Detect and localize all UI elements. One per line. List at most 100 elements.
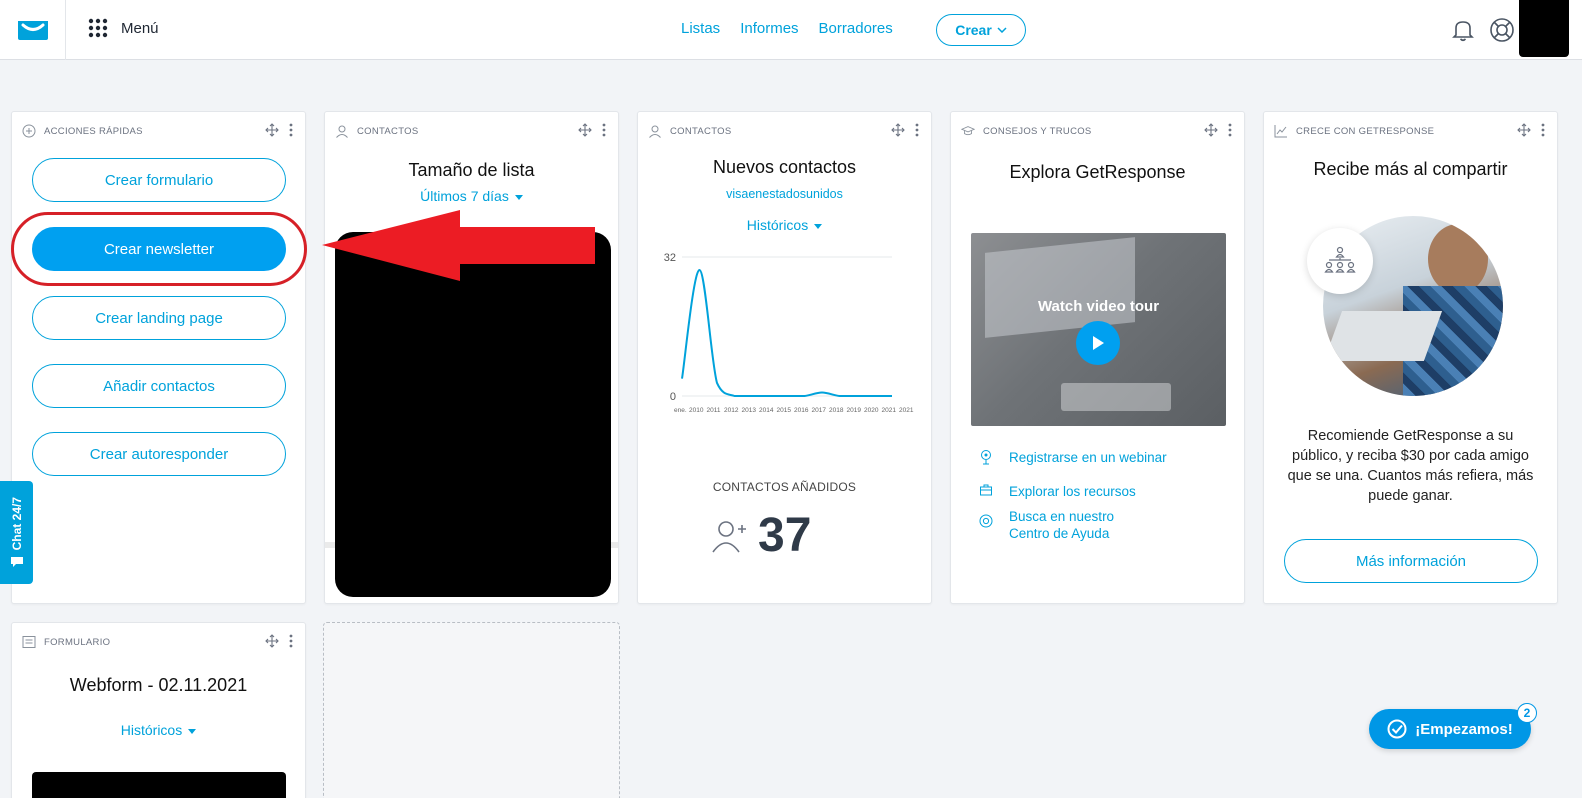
quick-actions-card: ACCIONES RÁPIDAS Crear formulario Crear …	[11, 111, 306, 604]
range-label: Históricos	[120, 722, 183, 738]
add-contacts-button[interactable]: Añadir contactos	[32, 364, 286, 408]
more-options-icon[interactable]	[1541, 123, 1545, 137]
x-tick-label: 2013	[742, 407, 757, 414]
laptop-graphic	[1323, 311, 1443, 361]
help-button[interactable]	[1489, 17, 1515, 48]
move-icon[interactable]	[578, 123, 592, 137]
redacted-panel	[32, 772, 286, 798]
move-icon[interactable]	[891, 123, 905, 137]
card-caption: ACCIONES RÁPIDAS	[44, 125, 143, 137]
referral-body: Recomiende GetResponse a su público, y r…	[1287, 428, 1534, 504]
play-button[interactable]	[1076, 321, 1120, 365]
plus-circle-icon	[22, 124, 36, 138]
range-label: Históricos	[746, 217, 809, 233]
x-tick-label: 2021	[899, 407, 914, 414]
x-tick-label: 2016	[794, 407, 809, 414]
create-newsletter-button[interactable]: Crear newsletter	[32, 227, 286, 271]
add-user-icon	[712, 520, 746, 552]
range-dropdown[interactable]: Últimos 7 días	[325, 188, 618, 204]
onboarding-label: ¡Empezamos!	[1415, 720, 1513, 738]
trend-chart-icon	[1274, 124, 1288, 138]
card-caption: CONTACTOS	[357, 125, 419, 137]
notifications-button[interactable]	[1450, 17, 1476, 48]
card-title: Tamaño de lista	[408, 160, 535, 180]
list-name: visaenestadosunidos	[726, 187, 843, 201]
menu-label: Menú	[121, 19, 159, 37]
main-menu-button[interactable]: Menú	[88, 18, 159, 38]
create-landing-page-button[interactable]: Crear landing page	[32, 296, 286, 340]
chevron-down-icon	[997, 27, 1007, 33]
create-form-button[interactable]: Crear formulario	[32, 158, 286, 202]
create-dropdown-button[interactable]: Crear	[936, 14, 1026, 46]
more-options-icon[interactable]	[289, 634, 293, 648]
account-avatar[interactable]	[1519, 0, 1569, 57]
envelope-logo-icon	[17, 21, 48, 40]
user-icon	[648, 124, 662, 138]
webinar-link[interactable]: Registrarse en un webinar	[979, 449, 1167, 466]
move-icon[interactable]	[265, 123, 279, 137]
x-tick-label: 2011	[707, 407, 721, 414]
range-label: Últimos 7 días	[420, 188, 509, 204]
top-nav: Listas Informes Borradores	[681, 20, 893, 37]
play-icon	[1093, 336, 1104, 350]
more-options-icon[interactable]	[1228, 123, 1232, 137]
x-tick-label: 2014	[759, 407, 774, 414]
resources-link[interactable]: Explorar los recursos	[979, 483, 1136, 500]
x-tick-label: 2020	[864, 407, 879, 414]
more-options-icon[interactable]	[289, 123, 293, 137]
getresponse-logo[interactable]	[0, 0, 66, 60]
card-caption: CONTACTOS	[670, 125, 732, 137]
empty-widget-slot[interactable]	[323, 622, 620, 798]
video-tour-thumbnail[interactable]: Watch video tour	[971, 233, 1226, 426]
y-tick-label: 0	[670, 391, 676, 403]
red-arrow-annotation	[322, 210, 595, 281]
onboarding-button[interactable]: ¡Empezamos!	[1369, 709, 1531, 749]
move-icon[interactable]	[1204, 123, 1218, 137]
contacts-added-label: CONTACTOS AÑADIDOS	[712, 480, 857, 494]
create-label: Crear	[955, 22, 992, 38]
card-title: Webform - 02.11.2021	[69, 675, 248, 695]
card-title: Recibe más al compartir	[1313, 159, 1508, 179]
user-icon	[335, 124, 349, 138]
x-tick-label: ene.	[674, 407, 687, 414]
list-size-card: CONTACTOS Tamaño de lista Últimos 7 días	[324, 111, 619, 604]
caret-down-icon	[514, 194, 523, 200]
referral-card: CRECE CON GETRESPONSE Recibe más al comp…	[1263, 111, 1558, 604]
chat-24-7-tab[interactable]: Chat 24/7	[0, 481, 33, 584]
referral-network-badge	[1307, 228, 1373, 294]
webform-card: FORMULARIO Webform - 02.11.2021 Históric…	[11, 622, 306, 798]
new-contacts-chart: 32 0 ene. 2010 2011 2012 2013 2014 2015 2016 201…	[664, 252, 914, 414]
keyboard-graphic	[1061, 383, 1171, 411]
check-circle-icon	[1387, 719, 1407, 739]
lifebuoy-icon	[1490, 18, 1514, 42]
x-tick-label: 2017	[812, 407, 827, 414]
graduation-cap-icon	[961, 124, 975, 138]
caret-down-icon	[814, 223, 823, 229]
card-caption: CONSEJOS Y TRUCOS	[983, 125, 1092, 137]
nav-link-informes[interactable]: Informes	[740, 20, 798, 37]
more-info-button[interactable]: Más información	[1284, 539, 1538, 583]
more-options-icon[interactable]	[915, 123, 919, 137]
webinar-link-label: Registrarse en un webinar	[1009, 450, 1167, 465]
move-icon[interactable]	[265, 634, 279, 648]
nav-link-listas[interactable]: Listas	[681, 20, 720, 37]
x-tick-label: 2012	[724, 407, 739, 414]
help-center-link[interactable]: Busca en nuestro Centro de Ayuda	[979, 508, 1119, 542]
new-contacts-card: CONTACTOS Nuevos contactos visaenestados…	[637, 111, 932, 604]
range-dropdown[interactable]: Históricos	[12, 722, 305, 738]
contacts-added-value: 37	[758, 509, 812, 562]
nav-link-borradores[interactable]: Borradores	[819, 20, 893, 37]
range-dropdown[interactable]: Históricos	[638, 217, 931, 233]
apps-grid-icon	[88, 18, 108, 38]
more-options-icon[interactable]	[602, 123, 606, 137]
tips-card: CONSEJOS Y TRUCOS Explora GetResponse Wa…	[950, 111, 1245, 604]
resources-icon	[980, 484, 992, 496]
contacts-added-stat: 37	[710, 508, 811, 563]
webinar-icon	[981, 450, 991, 465]
series-line	[681, 269, 892, 398]
create-autoresponder-button[interactable]: Crear autoresponder	[32, 432, 286, 476]
redacted-panel	[335, 232, 611, 597]
card-title: Explora GetResponse	[1009, 162, 1186, 182]
lifebuoy-icon	[979, 514, 993, 528]
move-icon[interactable]	[1517, 123, 1531, 137]
